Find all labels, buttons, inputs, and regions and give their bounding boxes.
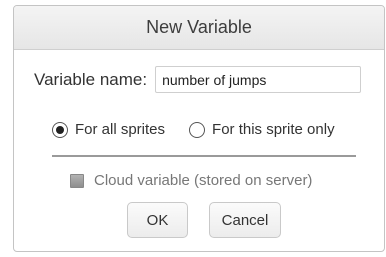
for-all-sprites-option[interactable]: For all sprites [52,121,165,138]
for-all-sprites-radio[interactable] [52,121,68,138]
for-all-sprites-label[interactable]: For all sprites [75,121,165,138]
cloud-variable-label[interactable]: Cloud variable (stored on server) [94,172,312,189]
cloud-variable-checkbox[interactable] [70,173,84,188]
cancel-button[interactable]: Cancel [209,202,281,238]
divider [52,155,356,157]
ok-button[interactable]: OK [127,202,188,238]
for-this-sprite-only-label[interactable]: For this sprite only [212,121,335,138]
variable-name-label: Variable name: [34,69,148,89]
scope-radio-group: For all sprites For this sprite only [52,121,335,138]
variable-name-row: Variable name: [34,66,362,93]
dialog-buttons: OK Cancel [127,202,281,238]
dialog-titlebar[interactable]: New Variable [14,6,384,50]
for-this-sprite-only-option[interactable]: For this sprite only [189,121,335,138]
cloud-variable-row: Cloud variable (stored on server) [70,172,312,189]
new-variable-dialog: New Variable Variable name: For all spri… [13,5,385,252]
dialog-title: New Variable [146,17,252,37]
variable-name-input[interactable] [155,66,362,93]
for-this-sprite-only-radio[interactable] [189,121,206,138]
